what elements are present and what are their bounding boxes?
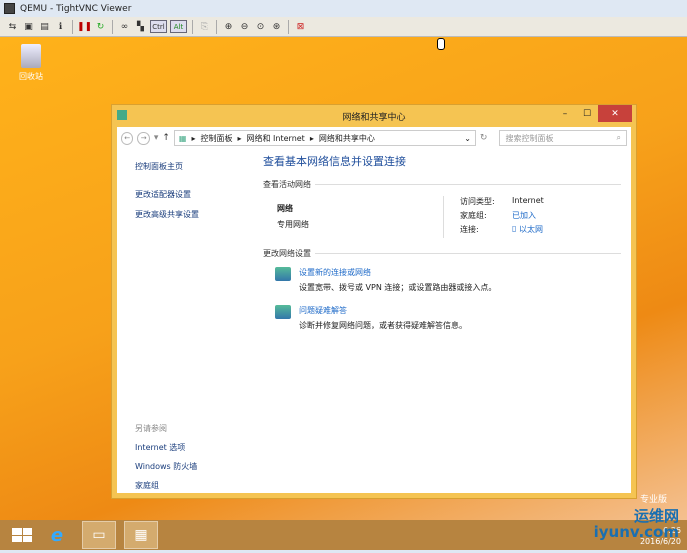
nav-advanced-sharing[interactable]: 更改高级共享设置 (135, 209, 255, 220)
ie-icon[interactable]: e (40, 521, 74, 549)
breadcrumb-item[interactable]: 网络和共享中心 (319, 133, 375, 144)
clipboard-icon[interactable]: ⎘ (198, 20, 211, 33)
homegroup-link[interactable]: 已加入 (512, 210, 536, 221)
recycle-bin-label: 回收站 (19, 72, 43, 81)
up-button[interactable]: ↑ (162, 133, 170, 143)
address-bar: ← → ▾ ↑ ▦ ▸ 控制面板 ▸ 网络和 Internet ▸ 网络和共享中心 ⌄… (117, 127, 631, 149)
breadcrumb[interactable]: ▦ ▸ 控制面板 ▸ 网络和 Internet ▸ 网络和共享中心 ⌄ (173, 130, 476, 146)
see-also-homegroup[interactable]: 家庭组 (135, 480, 197, 491)
close-button[interactable]: ✕ (598, 105, 632, 122)
see-also: 另请参阅 Internet 选项 Windows 防火墙 家庭组 (135, 423, 197, 499)
vnc-toolbar: ⇆ ▣ ▤ ℹ ❚❚ ↻ ∞ ▚ Ctrl Alt ⎘ ⊕ ⊖ ⊙ ⊛ ⊠ (0, 17, 687, 37)
network-icon (117, 110, 127, 120)
breadcrumb-item[interactable]: 控制面板 (201, 133, 233, 144)
vnc-title-bar: QEMU - TightVNC Viewer (0, 0, 687, 17)
window-title-bar[interactable]: 网络和共享中心 – ☐ ✕ (112, 105, 636, 127)
search-input[interactable]: 搜索控制面板 ⌕ (499, 130, 628, 146)
access-type-value: Internet (512, 196, 544, 205)
section-header: 更改网络设置 (263, 249, 311, 258)
page-title: 查看基本网络信息并设置连接 (263, 155, 406, 168)
win-key-icon[interactable]: ▚ (134, 20, 147, 33)
save-icon[interactable]: ▣ (22, 20, 35, 33)
minimize-button[interactable]: – (554, 105, 576, 122)
see-also-internet-options[interactable]: Internet 选项 (135, 442, 197, 453)
file-explorer-icon[interactable]: ▭ (82, 521, 116, 549)
label: 连接: (460, 225, 479, 234)
nav-change-adapter-settings[interactable]: 更改适配器设置 (135, 189, 255, 200)
zoom-out-icon[interactable]: ⊖ (238, 20, 251, 33)
zoom-in-icon[interactable]: ⊕ (222, 20, 235, 33)
recent-dropdown-icon[interactable]: ▾ (154, 133, 159, 143)
ctrl-button[interactable]: Ctrl (150, 20, 167, 33)
left-nav: 控制面板主页 更改适配器设置 更改高级共享设置 (135, 161, 255, 229)
info-icon[interactable]: ℹ (54, 20, 67, 33)
alt-button[interactable]: Alt (170, 20, 187, 33)
main-content: 查看基本网络信息并设置连接 查看活动网络 网络专用网络 访问类型: Interne… (263, 153, 621, 343)
network-sharing-center-window: 网络和共享中心 – ☐ ✕ ← → ▾ ↑ ▦ ▸ 控制面板 ▸ 网络和 Interne… (111, 104, 637, 499)
maximize-button[interactable]: ☐ (576, 105, 598, 122)
new-connection-icon[interactable]: ⇆ (6, 20, 19, 33)
task-new-connection: 设置新的连接或网络 设置宽带、拨号或 VPN 连接；或设置路由器或接入点。 (263, 267, 621, 293)
zoom-fit-icon[interactable]: ⊛ (270, 20, 283, 33)
pause-icon[interactable]: ❚❚ (77, 20, 92, 33)
chevron-right-icon: ▸ (309, 133, 314, 143)
nav-control-panel-home[interactable]: 控制面板主页 (135, 161, 255, 172)
watermark-url: iyunv.com (593, 523, 679, 541)
section-header: 查看活动网络 (263, 180, 311, 189)
zoom-100-icon[interactable]: ⊙ (254, 20, 267, 33)
chevron-right-icon: ▸ (191, 133, 196, 143)
refresh-icon[interactable]: ↻ (94, 20, 107, 33)
chevron-right-icon: ▸ (237, 133, 242, 143)
back-button[interactable]: ← (121, 131, 134, 145)
network-type: 专用网络 (277, 220, 309, 229)
network-center-taskbar-icon[interactable]: ▦ (124, 521, 158, 549)
taskbar: e ▭ ▦ 6:26 2016/6/20 (0, 520, 687, 550)
watermark-name: 运维网 (633, 507, 679, 525)
network-name: 网络 (277, 204, 293, 213)
troubleshoot-link[interactable]: 问题疑难解答 (299, 305, 467, 316)
vnc-title: QEMU - TightVNC Viewer (20, 3, 132, 14)
separator (112, 19, 113, 34)
edition-text: 专业版 (640, 495, 668, 505)
watermark: 运维网 iyunv.com (594, 508, 679, 540)
forward-button[interactable]: → (137, 131, 150, 145)
task-description: 设置宽带、拨号或 VPN 连接；或设置路由器或接入点。 (299, 283, 497, 292)
recycle-bin[interactable]: 回收站 (14, 44, 48, 82)
task-troubleshoot: 问题疑难解答 诊断并修复网络问题，或者获得疑难解答信息。 (263, 305, 621, 331)
refresh-icon[interactable]: ↻ (480, 133, 488, 143)
vnc-logo-icon (4, 3, 15, 14)
network-icon: ▦ (178, 133, 187, 143)
see-also-header: 另请参阅 (135, 424, 167, 433)
mouse-cursor-icon (437, 38, 445, 50)
label: 访问类型: (460, 197, 495, 206)
new-connection-link[interactable]: 设置新的连接或网络 (299, 267, 496, 278)
chevron-down-icon[interactable]: ⌄ (464, 134, 471, 143)
breadcrumb-item[interactable]: 网络和 Internet (247, 133, 305, 144)
recycle-bin-icon (21, 44, 41, 68)
search-icon[interactable]: ⌕ (617, 133, 621, 143)
troubleshoot-icon (275, 305, 291, 319)
new-connection-icon (275, 267, 291, 281)
active-network: 网络专用网络 访问类型: Internet 家庭组: 已加入 连接: ▯ 以太网 (263, 196, 621, 238)
window-title: 网络和共享中心 (342, 112, 406, 123)
separator (216, 19, 217, 34)
see-also-firewall[interactable]: Windows 防火墙 (135, 461, 197, 472)
separator (72, 19, 73, 34)
label: 家庭组: (460, 211, 487, 220)
search-placeholder: 搜索控制面板 (505, 133, 554, 143)
ethernet-icon: ▯ (512, 224, 519, 233)
start-button[interactable] (12, 528, 32, 542)
ctrl-alt-del-icon[interactable]: ∞ (118, 20, 131, 33)
separator (192, 19, 193, 34)
options-icon[interactable]: ▤ (38, 20, 51, 33)
connection-link[interactable]: 以太网 (519, 224, 543, 235)
window-client: ← → ▾ ↑ ▦ ▸ 控制面板 ▸ 网络和 Internet ▸ 网络和共享中心 ⌄… (117, 127, 631, 493)
separator (288, 19, 289, 34)
task-description: 诊断并修复网络问题，或者获得疑难解答信息。 (299, 321, 467, 330)
fullscreen-icon[interactable]: ⊠ (294, 20, 307, 33)
